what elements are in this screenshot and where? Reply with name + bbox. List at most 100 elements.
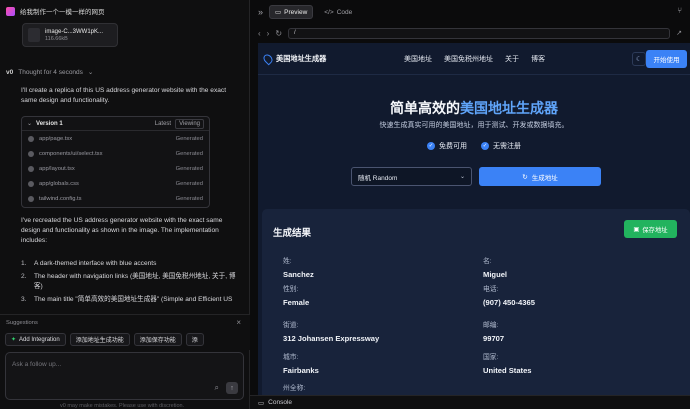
url-input[interactable]: / bbox=[288, 27, 671, 39]
forward-icon[interactable]: › bbox=[267, 29, 270, 38]
chevron-down-icon: ⌄ bbox=[459, 174, 465, 180]
feature-badges: ✓ 免费可用 ✓ 无需注册 bbox=[258, 141, 690, 151]
check-circle-icon bbox=[28, 150, 34, 157]
v0-logo-icon: v0 bbox=[6, 68, 14, 76]
follow-up-input[interactable]: Ask a follow up... ⌕ ↑ bbox=[5, 352, 244, 400]
site-brand[interactable]: 美国地址生成器 bbox=[261, 52, 404, 65]
preview-site: 美国地址生成器 美国地址 美国免税州地址 关于 博客 ☾ 开始使用 简单高效的美… bbox=[258, 43, 690, 395]
file-name: tailwind.config.ts bbox=[39, 195, 82, 202]
suggestion-chips: ✦ Add Integration 添加地址生成功能 添加保存功能 添 bbox=[5, 333, 204, 346]
file-status: Generated bbox=[175, 165, 203, 172]
thought-indicator[interactable]: v0 Thought for 4 seconds ⌄ bbox=[6, 68, 94, 77]
field-first-name: 名: Miguel bbox=[483, 258, 508, 279]
file-name: app/globals.css bbox=[39, 180, 79, 187]
generate-button[interactable]: ↻ 生成地址 bbox=[479, 167, 601, 186]
assistant-recap: I've recreated the US address generator … bbox=[21, 217, 223, 244]
version-card[interactable]: ⌄ Version 1 Latest Viewing app/page.tsx … bbox=[21, 116, 210, 208]
console-bar[interactable]: ▭ Console bbox=[250, 395, 690, 409]
preview-panel: » ▭ Preview </> Code ⑂ ‹ › ↻ / ↗ 美国地址生成器… bbox=[250, 0, 690, 409]
file-name: app/page.tsx bbox=[39, 135, 73, 142]
suggestions-label: Suggestions bbox=[6, 320, 38, 326]
url-bar: ‹ › ↻ / ↗ bbox=[258, 27, 682, 39]
hero-title: 简单高效的美国地址生成器 bbox=[390, 100, 558, 116]
check-circle-icon bbox=[28, 165, 34, 172]
file-row[interactable]: app/layout.tsx Generated bbox=[22, 161, 209, 176]
file-row[interactable]: app/page.tsx Generated bbox=[22, 131, 209, 146]
refresh-icon[interactable]: ↻ bbox=[275, 29, 282, 38]
theme-toggle-moon-icon[interactable]: ☾ bbox=[632, 52, 646, 66]
monitor-icon: ▭ bbox=[275, 9, 282, 16]
chat-header: 给我制作一个一模一样的网页 bbox=[6, 6, 105, 16]
nav-link[interactable]: 美国地址 bbox=[404, 54, 432, 64]
nav-link[interactable]: 关于 bbox=[505, 54, 519, 64]
attachment-size: 116.66kB bbox=[45, 35, 68, 42]
tab-preview[interactable]: ▭ Preview bbox=[269, 5, 314, 19]
file-row[interactable]: app/globals.css Generated bbox=[22, 176, 209, 191]
hero-subtitle: 快速生成真实可用的美国地址，用于测试、开发或数据填充。 bbox=[379, 122, 569, 129]
file-name: app/layout.tsx bbox=[39, 165, 75, 172]
check-circle-icon bbox=[28, 195, 34, 202]
assistant-intro: I'll create a replica of this US address… bbox=[21, 87, 227, 104]
tab-code[interactable]: </> Code bbox=[319, 5, 357, 19]
version-header: ⌄ Version 1 Latest Viewing bbox=[22, 117, 209, 131]
badge-no-signup: ✓ 无需注册 bbox=[481, 142, 521, 150]
follow-up-placeholder: Ask a follow up... bbox=[12, 361, 62, 368]
file-row[interactable]: tailwind.config.ts Generated bbox=[22, 191, 209, 206]
check-circle-icon: ✓ bbox=[481, 142, 489, 150]
file-name: components/ui/select.tsx bbox=[39, 150, 103, 157]
chat-panel: 给我制作一个一模一样的网页 image-C...3WW1pK... 116.66… bbox=[0, 0, 250, 409]
list-item: 2. The header with navigation links (美国地… bbox=[21, 273, 236, 290]
start-button[interactable]: 开始使用 bbox=[646, 50, 687, 68]
send-button[interactable]: ↑ bbox=[226, 382, 238, 394]
user-avatar bbox=[6, 6, 15, 16]
git-branch-icon[interactable]: ⑂ bbox=[677, 6, 682, 15]
integration-icon: ✦ bbox=[11, 337, 17, 343]
viewing-badge[interactable]: Viewing bbox=[175, 118, 204, 129]
suggestion-chip[interactable]: 添 bbox=[185, 333, 204, 346]
badge-free: ✓ 免费可用 bbox=[427, 142, 467, 150]
close-icon[interactable]: × bbox=[236, 318, 241, 327]
save-button[interactable]: ▣ 保存地址 bbox=[624, 220, 677, 238]
file-status: Generated bbox=[175, 150, 203, 157]
chevron-down-icon: ⌄ bbox=[87, 69, 94, 76]
attachment-name: image-C...3WW1pK... bbox=[45, 28, 104, 35]
feature-list: 1. A dark-themed interface with blue acc… bbox=[21, 259, 243, 308]
attachment-card[interactable]: image-C...3WW1pK... 116.66kB bbox=[22, 23, 118, 47]
site-menu: 美国地址 美国免税州地址 关于 博客 bbox=[404, 54, 545, 64]
check-circle-icon: ✓ bbox=[427, 142, 435, 150]
list-item: 3. The main title "简单高效的美国地址生成器" (Simple… bbox=[21, 296, 233, 303]
disclaimer: v0 may make mistakes. Please use with di… bbox=[60, 403, 185, 409]
terminal-icon: ▭ bbox=[258, 399, 265, 407]
suggestion-chip[interactable]: 添加地址生成功能 bbox=[69, 333, 130, 346]
paperclip-icon[interactable]: ⌕ bbox=[215, 383, 219, 393]
external-link-icon[interactable]: ↗ bbox=[676, 29, 682, 37]
latest-label: Latest bbox=[154, 120, 172, 127]
chevron-down-icon: ⌄ bbox=[27, 121, 33, 127]
file-status: Generated bbox=[175, 180, 203, 187]
refresh-icon: ↻ bbox=[522, 173, 528, 181]
suggestions-bar: Suggestions × ✦ Add Integration 添加地址生成功能… bbox=[0, 314, 250, 350]
thought-label: Thought for 4 seconds bbox=[18, 68, 83, 76]
image-thumbnail-icon bbox=[28, 28, 40, 42]
state-select[interactable]: 随机 Random ⌄ bbox=[351, 167, 472, 186]
field-state-full: 州全称: bbox=[283, 385, 306, 392]
chat-title: 给我制作一个一模一样的网页 bbox=[20, 9, 105, 16]
back-icon[interactable]: ‹ bbox=[258, 29, 261, 38]
suggestion-chip[interactable]: 添加保存功能 bbox=[133, 333, 182, 346]
suggestion-chip-add-integration[interactable]: ✦ Add Integration bbox=[5, 333, 66, 346]
expand-icon[interactable]: » bbox=[258, 7, 263, 17]
field-gender: 性别: Female bbox=[283, 286, 310, 307]
field-zip: 邮编: 99707 bbox=[483, 322, 505, 343]
nav-link[interactable]: 美国免税州地址 bbox=[444, 54, 493, 64]
save-icon: ▣ bbox=[633, 225, 640, 233]
check-circle-icon bbox=[28, 135, 34, 142]
list-item: 1. A dark-themed interface with blue acc… bbox=[21, 260, 157, 267]
field-last-name: 姓: Sanchez bbox=[283, 258, 314, 279]
field-street: 街道: 312 Johansen Expressway bbox=[283, 322, 380, 343]
check-circle-icon bbox=[28, 180, 34, 187]
file-row[interactable]: components/ui/select.tsx Generated bbox=[22, 146, 209, 161]
field-phone: 电话: (907) 450-4365 bbox=[483, 286, 535, 307]
field-city: 城市: Fairbanks bbox=[283, 354, 319, 375]
nav-link[interactable]: 博客 bbox=[531, 54, 545, 64]
result-title: 生成结果 bbox=[273, 228, 312, 239]
